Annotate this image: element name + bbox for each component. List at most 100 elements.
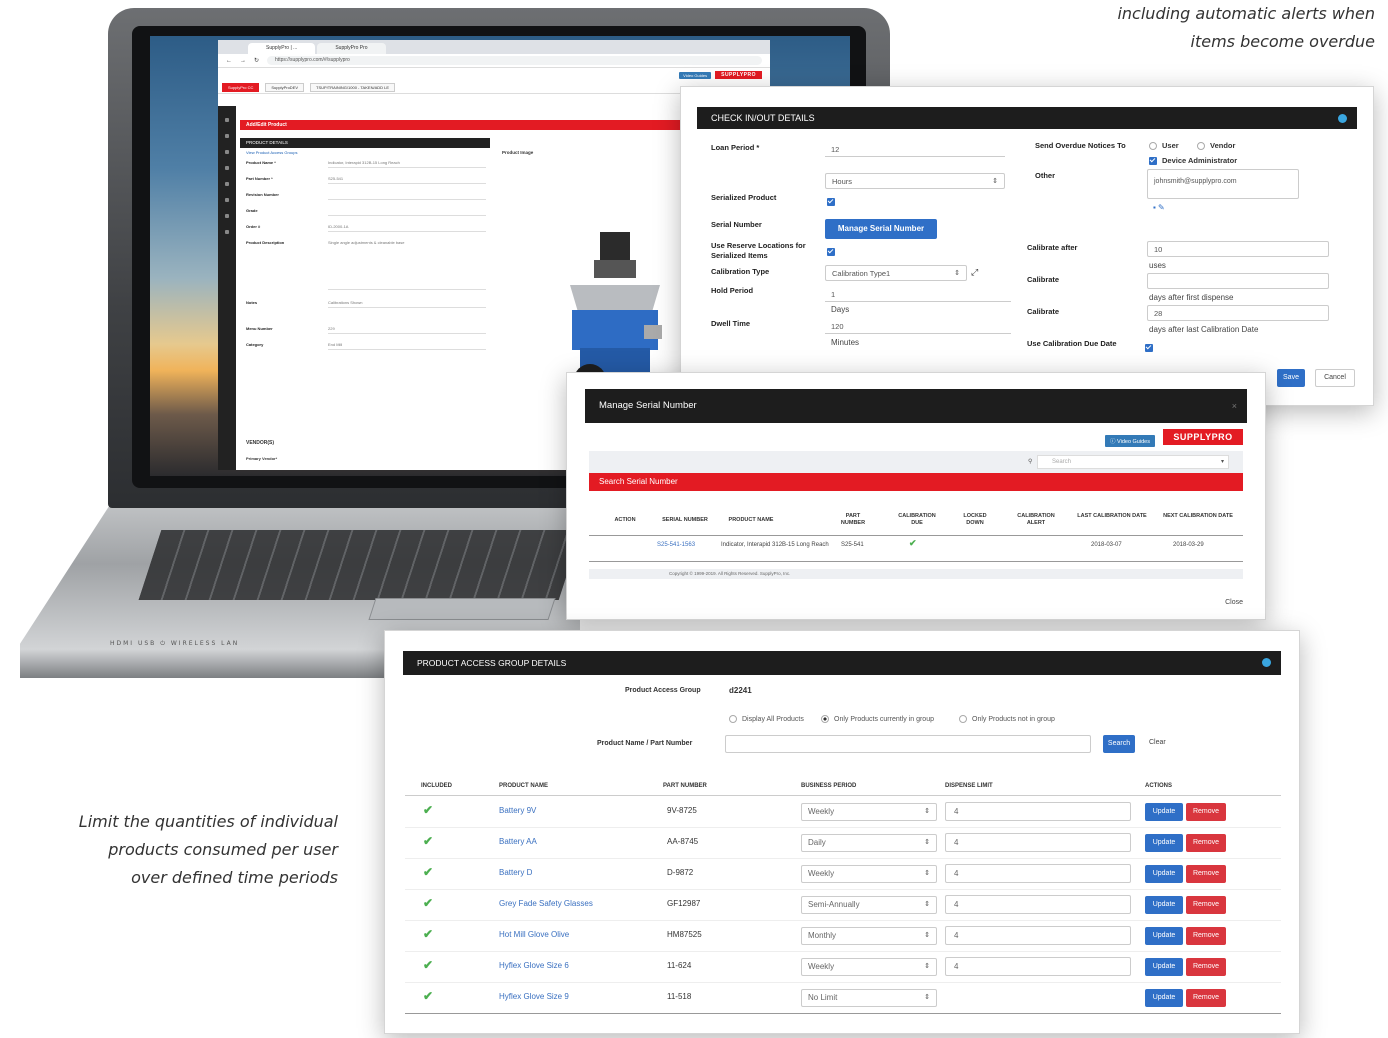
- filter-not-in-group-radio[interactable]: Only Products not in group: [959, 715, 1055, 723]
- update-button[interactable]: Update: [1145, 989, 1183, 1007]
- field-input[interactable]: Calibrations Shown: [328, 300, 486, 308]
- product-name-link[interactable]: Battery D: [499, 868, 532, 877]
- dwell-time-input[interactable]: 120: [825, 320, 1011, 334]
- sidebar-icon[interactable]: [225, 150, 229, 154]
- video-guides-button[interactable]: ⓘ Video Guides: [1105, 435, 1155, 447]
- field-input[interactable]: 229: [328, 326, 486, 334]
- reload-icon[interactable]: ↻: [254, 57, 259, 64]
- sidebar-icon[interactable]: [225, 118, 229, 122]
- update-button[interactable]: Update: [1145, 803, 1183, 821]
- sidebar-icon[interactable]: [225, 198, 229, 202]
- serial-number-link[interactable]: S25-541-1563: [657, 541, 695, 549]
- field-input[interactable]: [328, 208, 486, 216]
- sidebar-icon[interactable]: [225, 166, 229, 170]
- update-button[interactable]: Update: [1145, 834, 1183, 852]
- dispense-limit-input[interactable]: 4: [945, 802, 1131, 821]
- field-input[interactable]: [328, 192, 486, 200]
- sidebar-icon[interactable]: [225, 134, 229, 138]
- product-name-link[interactable]: Hyflex Glove Size 9: [499, 992, 569, 1001]
- radio-user[interactable]: User: [1149, 141, 1179, 151]
- update-button[interactable]: Update: [1145, 927, 1183, 945]
- calibrate-last-date-input[interactable]: 28: [1147, 305, 1329, 321]
- product-name-link[interactable]: Battery 9V: [499, 806, 536, 815]
- remove-button[interactable]: Remove: [1186, 989, 1226, 1007]
- close-button[interactable]: Close: [1225, 599, 1243, 606]
- video-guides-button[interactable]: Video Guides: [679, 71, 712, 79]
- remove-button[interactable]: Remove: [1186, 834, 1226, 852]
- manage-serial-number-button[interactable]: Manage Serial Number: [825, 219, 937, 239]
- business-period-select[interactable]: Weekly: [801, 958, 937, 976]
- remove-button[interactable]: Remove: [1186, 896, 1226, 914]
- business-period-select[interactable]: Semi-Annually: [801, 896, 937, 914]
- loan-period-input[interactable]: 12: [825, 143, 1005, 157]
- hold-unit[interactable]: Days: [831, 305, 849, 314]
- close-icon[interactable]: ×: [1232, 389, 1237, 423]
- calibrate-first-dispense-input[interactable]: [1147, 273, 1329, 289]
- breadcrumb-item[interactable]: SupplyPro CC: [222, 83, 260, 92]
- business-period-select[interactable]: Daily: [801, 834, 937, 852]
- hold-period-input[interactable]: 1: [825, 288, 1011, 302]
- filter-in-group-radio[interactable]: Only Products currently in group: [821, 715, 934, 723]
- product-name-link[interactable]: Grey Fade Safety Glasses: [499, 899, 593, 908]
- send-overdue-label: Send Overdue Notices To: [1035, 141, 1126, 150]
- update-button[interactable]: Update: [1145, 958, 1183, 976]
- field-input[interactable]: ID-2000-1A: [328, 224, 486, 232]
- business-period-select[interactable]: Weekly: [801, 865, 937, 883]
- save-and-edit-icons[interactable]: ▪ ✎: [1153, 203, 1165, 212]
- reserve-locations-checkbox[interactable]: [827, 247, 835, 257]
- remove-button[interactable]: Remove: [1186, 927, 1226, 945]
- clear-button[interactable]: Clear: [1149, 739, 1166, 746]
- product-access-groups-link[interactable]: View Product Access Groups: [246, 150, 298, 155]
- business-period-select[interactable]: No Limit: [801, 989, 937, 1007]
- remove-button[interactable]: Remove: [1186, 803, 1226, 821]
- remove-button[interactable]: Remove: [1186, 958, 1226, 976]
- calibrate-after-input[interactable]: 10: [1147, 241, 1329, 257]
- product-name-link[interactable]: Hyflex Glove Size 6: [499, 961, 569, 970]
- remove-button[interactable]: Remove: [1186, 865, 1226, 883]
- address-bar[interactable]: https://supplypro.com/#/supplypro: [267, 56, 762, 65]
- back-icon[interactable]: ←: [226, 58, 232, 64]
- sidebar-icon[interactable]: [225, 214, 229, 218]
- chevron-down-icon[interactable]: ▾: [1221, 456, 1224, 468]
- save-button[interactable]: Save: [1277, 369, 1305, 387]
- calibration-due-date-checkbox[interactable]: [1145, 343, 1153, 353]
- help-icon[interactable]: [1338, 114, 1347, 123]
- dispense-limit-input[interactable]: 4: [945, 864, 1131, 883]
- search-button[interactable]: Search: [1103, 735, 1135, 753]
- update-button[interactable]: Update: [1145, 865, 1183, 883]
- field-textarea[interactable]: Single angle adjustments & cleanable bas…: [328, 240, 486, 290]
- column-header: INCLUDED: [421, 783, 452, 789]
- product-name-link[interactable]: Hot Mill Glove Olive: [499, 930, 569, 939]
- radio-vendor[interactable]: Vendor: [1197, 141, 1235, 151]
- breadcrumb-item[interactable]: TSUP/TRAINING/1000 - TAKEN/ADD LE: [310, 83, 396, 92]
- dispense-limit-input[interactable]: 4: [945, 957, 1131, 976]
- dispense-limit-input[interactable]: 4: [945, 833, 1131, 852]
- product-name-link[interactable]: Battery AA: [499, 837, 537, 846]
- category-select[interactable]: End Mill: [328, 342, 486, 350]
- filter-all-radio[interactable]: Display All Products: [729, 715, 804, 723]
- calibration-type-select[interactable]: Calibration Type1: [825, 265, 967, 282]
- other-email-textarea[interactable]: johnsmith@supplypro.com: [1147, 169, 1299, 199]
- loan-unit-select[interactable]: Hours: [825, 173, 1005, 190]
- field-input[interactable]: S25-541: [328, 176, 486, 184]
- dwell-unit[interactable]: Minutes: [831, 338, 859, 347]
- forward-icon[interactable]: →: [240, 58, 246, 64]
- help-icon[interactable]: [1262, 658, 1271, 667]
- cancel-button[interactable]: Cancel: [1315, 369, 1355, 387]
- product-search-input[interactable]: [725, 735, 1091, 753]
- update-button[interactable]: Update: [1145, 896, 1183, 914]
- sidebar-icon[interactable]: [225, 182, 229, 186]
- breadcrumb-item[interactable]: SupplyProDEV: [265, 83, 305, 92]
- browser-tab[interactable]: SupplyPro Pro: [317, 43, 386, 54]
- field-input[interactable]: Indicator, Interapid 312B-15 Long Reach: [328, 160, 486, 168]
- browser-tab[interactable]: SupplyPro | ...: [248, 43, 316, 54]
- business-period-select[interactable]: Weekly: [801, 803, 937, 821]
- serialized-checkbox[interactable]: [827, 197, 835, 207]
- business-period-select[interactable]: Monthly: [801, 927, 937, 945]
- search-input[interactable]: ⚲ Search ▾: [1028, 455, 1229, 469]
- expand-icon[interactable]: ⤢: [971, 267, 978, 278]
- dispense-limit-input[interactable]: 4: [945, 926, 1131, 945]
- sidebar-icon[interactable]: [225, 230, 229, 234]
- device-admin-checkbox[interactable]: Device Administrator: [1149, 156, 1237, 166]
- dispense-limit-input[interactable]: 4: [945, 895, 1131, 914]
